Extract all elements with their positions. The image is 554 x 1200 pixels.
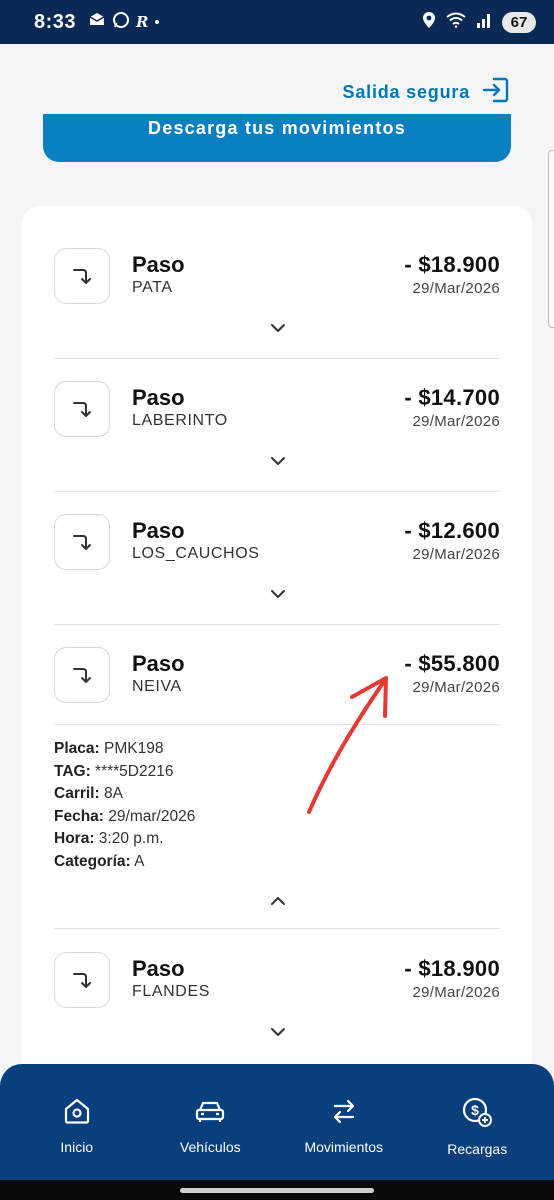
nav-label: Recargas	[447, 1141, 508, 1157]
wifi-icon	[446, 12, 466, 33]
toll-pass-icon	[54, 514, 110, 570]
download-movements-button[interactable]: Descarga tus movimientos	[43, 114, 511, 162]
movement-amount: - $12.600	[404, 518, 500, 543]
movement-amount: - $14.700	[404, 385, 500, 410]
movement-date: 29/Mar/2026	[412, 413, 500, 430]
home-icon	[62, 1096, 92, 1131]
movement-date: 29/Mar/2026	[412, 679, 500, 696]
status-time: 8:33	[34, 10, 77, 33]
chevron-up-icon[interactable]	[267, 894, 289, 908]
status-icons-left: R •	[88, 11, 160, 33]
scroll-handle[interactable]	[548, 150, 554, 328]
nav-label: Vehículos	[179, 1139, 241, 1155]
movement-type: Paso	[132, 518, 185, 543]
battery-level: 67	[502, 11, 536, 33]
r-app-icon: R	[136, 13, 149, 31]
chevron-down-icon[interactable]	[267, 1025, 289, 1039]
car-icon	[194, 1096, 226, 1131]
status-bar: 8:33 R • 67	[0, 0, 554, 44]
nav-recargas[interactable]: $ Recargas	[417, 1064, 537, 1180]
transfer-arrows-icon	[329, 1096, 359, 1131]
bottom-nav: Inicio Vehículos Movimientos $ Recargas	[0, 1064, 554, 1180]
detail-categoria: Categoría: A	[54, 852, 145, 870]
logout-icon	[482, 76, 510, 109]
detail-tag: TAG: ****5D2216	[54, 762, 174, 780]
movement-place: FLANDES	[132, 983, 210, 1000]
movement-date: 29/Mar/2026	[412, 280, 500, 297]
logout-button[interactable]: Salida segura	[343, 76, 510, 109]
movement-type: Paso	[132, 651, 185, 676]
movement-item[interactable]: Paso LABERINTO - $14.700 29/Mar/2026	[22, 339, 532, 491]
coin-plus-icon: $	[461, 1096, 493, 1133]
movement-item[interactable]: Paso FLANDES - $18.900 29/Mar/2026	[22, 910, 532, 1062]
toll-pass-icon	[54, 381, 110, 437]
nav-inicio[interactable]: Inicio	[17, 1064, 137, 1180]
logout-label: Salida segura	[342, 82, 470, 102]
system-nav-bar	[0, 1180, 554, 1200]
movement-details: Placa: PMK198 TAG: ****5D2216 Carril: 8A…	[54, 738, 195, 873]
movement-place: NEIVA	[132, 678, 182, 695]
movement-type: Paso	[132, 385, 185, 410]
movement-date: 29/Mar/2026	[412, 984, 500, 1001]
location-icon	[422, 11, 436, 34]
movement-amount: - $18.900	[404, 252, 500, 277]
chevron-down-icon[interactable]	[267, 587, 289, 601]
movement-place: PATA	[132, 279, 173, 296]
signal-icon	[476, 11, 492, 34]
dot-icon: •	[154, 13, 160, 31]
status-icons-right: 67	[422, 11, 536, 34]
notification-icon	[88, 12, 106, 32]
divider	[54, 724, 500, 725]
nav-vehiculos[interactable]: Vehículos	[150, 1064, 270, 1180]
toll-pass-icon	[54, 248, 110, 304]
detail-fecha: Fecha: 29/mar/2026	[54, 807, 196, 825]
toll-pass-icon	[54, 647, 110, 703]
svg-text:$: $	[471, 1102, 479, 1118]
movement-item-expanded[interactable]: Paso NEIVA - $55.800 29/Mar/2026	[22, 605, 532, 723]
detail-hora: Hora: 3:20 p.m.	[54, 830, 164, 847]
movement-place: LOS_CAUCHOS	[132, 545, 260, 562]
whatsapp-icon	[112, 11, 130, 33]
movement-date: 29/Mar/2026	[412, 546, 500, 563]
movement-amount: - $55.800	[404, 651, 500, 676]
nav-label: Inicio	[60, 1139, 94, 1155]
movement-type: Paso	[132, 956, 185, 981]
movements-card: Paso PATA - $18.900 29/Mar/2026 Paso LAB…	[22, 206, 532, 1106]
chevron-down-icon[interactable]	[267, 321, 289, 335]
detail-carril: Carril: 8A	[54, 785, 123, 802]
nav-movimientos[interactable]: Movimientos	[284, 1064, 404, 1180]
chevron-down-icon[interactable]	[267, 454, 289, 468]
header: Salida segura Descarga tus movimientos	[0, 44, 554, 194]
movement-item[interactable]: Paso LOS_CAUCHOS - $12.600 29/Mar/2026	[22, 472, 532, 624]
movement-place: LABERINTO	[132, 412, 228, 429]
nav-label: Movimientos	[304, 1139, 384, 1155]
toll-pass-icon	[54, 952, 110, 1008]
movement-type: Paso	[132, 252, 185, 277]
movement-amount: - $18.900	[404, 956, 500, 981]
home-gesture-pill[interactable]	[180, 1188, 374, 1193]
movement-item[interactable]: Paso PATA - $18.900 29/Mar/2026	[22, 206, 532, 358]
detail-placa: Placa: PMK198	[54, 740, 164, 757]
